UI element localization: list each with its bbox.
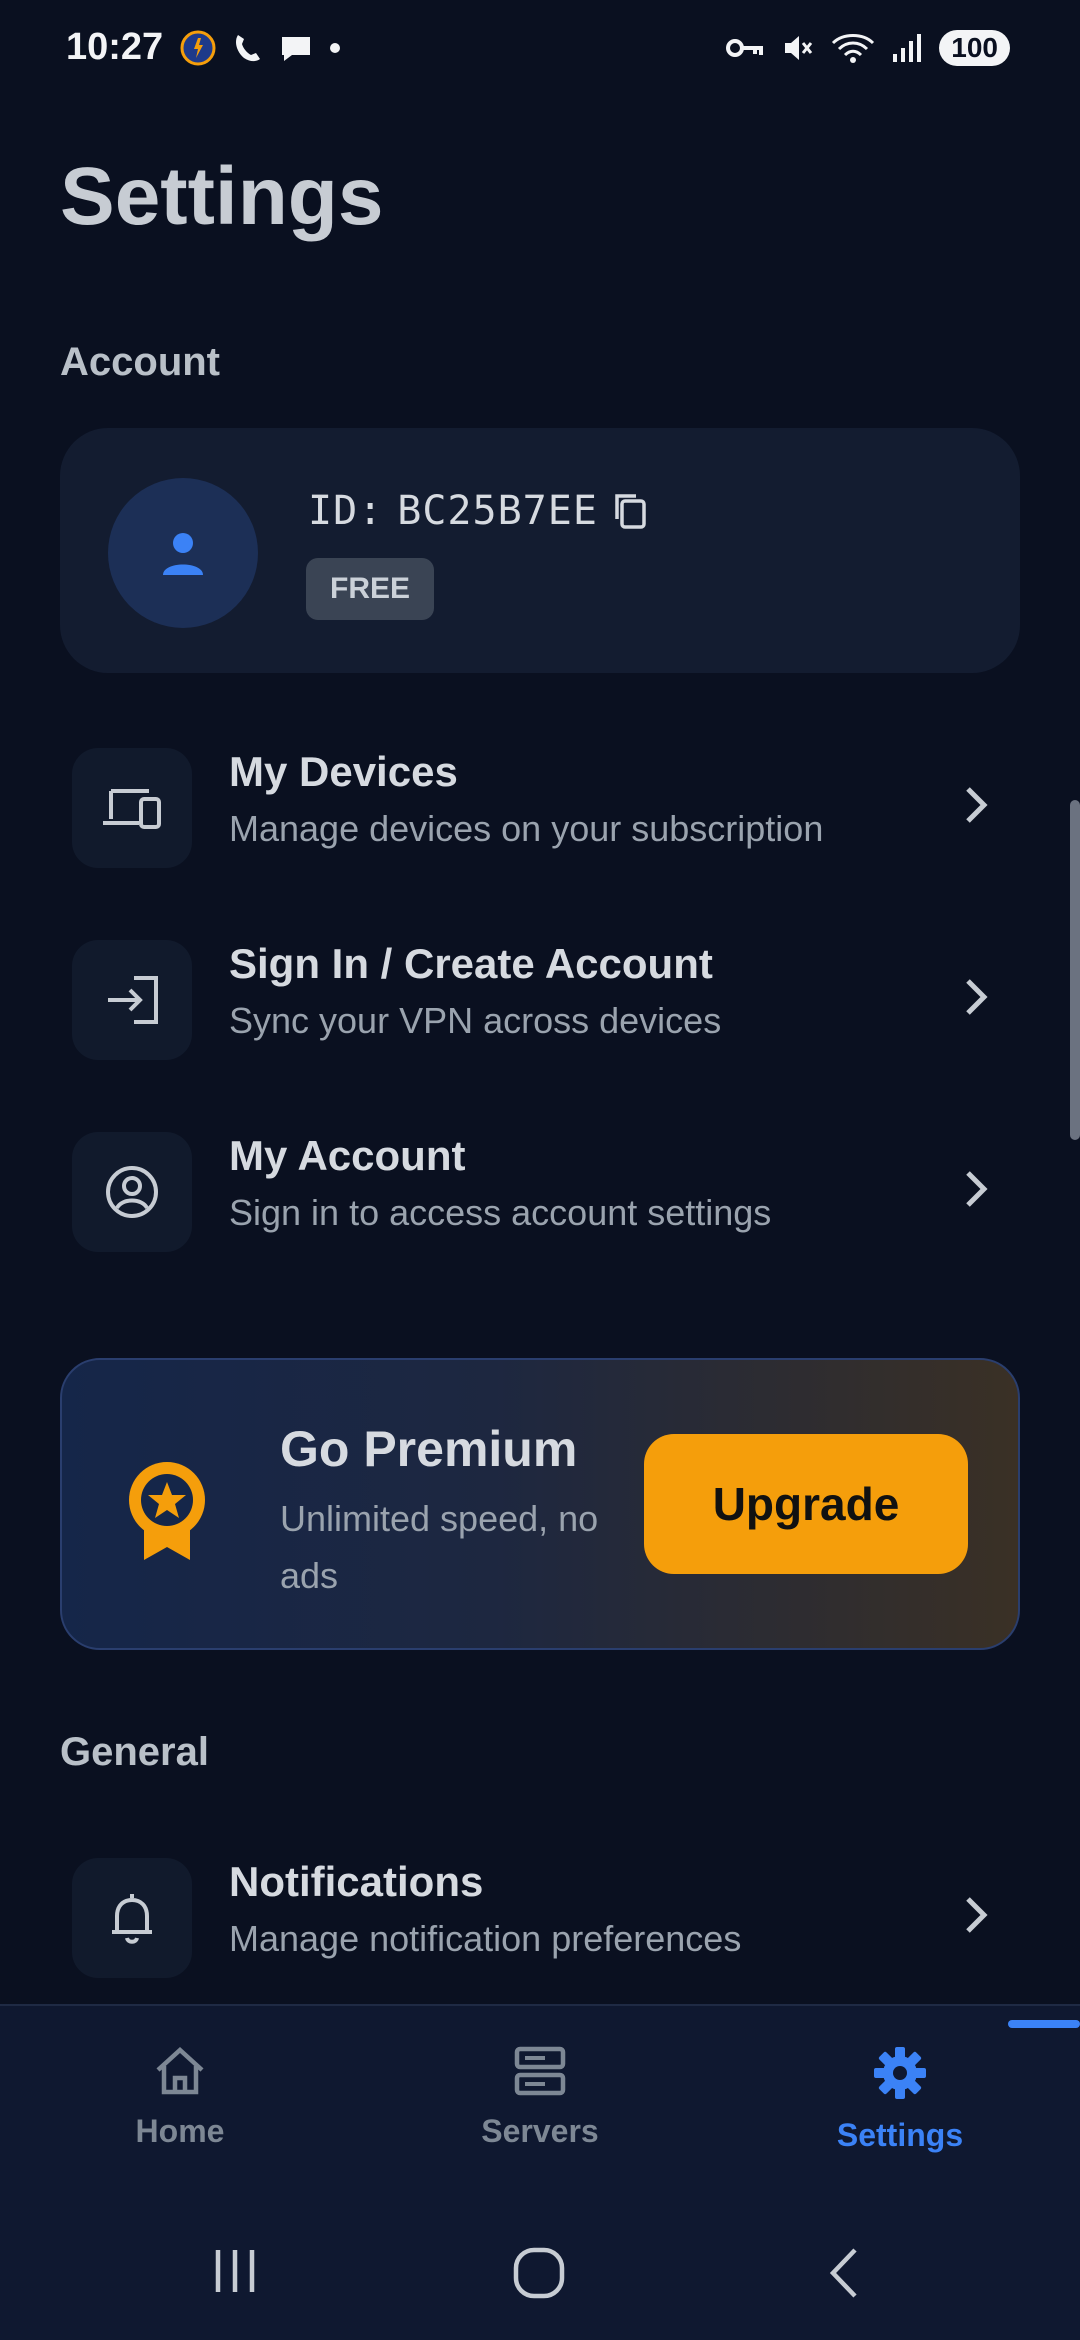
nav-item-settings[interactable]: Settings <box>790 2046 1010 2154</box>
system-status-icons: 100 <box>725 30 1010 66</box>
premium-card: Go Premium Unlimited speed, no ads Upgra… <box>60 1358 1020 1650</box>
menu-icon-box <box>72 1132 192 1252</box>
login-icon <box>108 976 158 1024</box>
dot-icon <box>330 43 340 53</box>
account-circle-icon <box>106 1166 158 1218</box>
account-id: ID: BC25B7EE <box>308 488 650 534</box>
account-card: ID: BC25B7EE FREE <box>60 428 1020 673</box>
bottom-nav: Home Servers Settings <box>0 2004 1080 2206</box>
servers-icon <box>514 2046 566 2096</box>
key-icon <box>726 39 764 57</box>
menu-item-subtitle: Manage notification preferences <box>229 1918 742 1959</box>
menu-item-subtitle: Sign in to access account settings <box>229 1192 772 1233</box>
menu-item-my-devices[interactable]: My Devices Manage devices on your subscr… <box>60 738 1020 878</box>
recent-apps-icon[interactable] <box>210 2246 260 2296</box>
menu-icon-box <box>72 1858 192 1978</box>
award-icon <box>129 1462 205 1560</box>
scrollbar[interactable] <box>1070 800 1080 1140</box>
chevron-right-icon <box>966 979 988 1015</box>
menu-icon-box <box>72 940 192 1060</box>
menu-item-title: Sign In / Create Account <box>229 940 713 987</box>
nav-item-servers[interactable]: Servers <box>430 2046 650 2150</box>
account-id-label: ID: <box>308 488 384 534</box>
upgrade-button[interactable]: Upgrade <box>644 1434 968 1574</box>
home-icon <box>156 2046 204 2095</box>
nav-item-home[interactable]: Home <box>70 2046 290 2150</box>
gear-icon <box>874 2047 926 2099</box>
call-icon <box>236 35 260 62</box>
menu-item-subtitle: Manage devices on your subscription <box>229 808 824 849</box>
menu-item-my-account[interactable]: My Account Sign in to access account set… <box>60 1122 1020 1262</box>
vpn-shield-icon <box>180 30 216 66</box>
menu-item-notifications[interactable]: Notifications Manage notification prefer… <box>60 1848 1020 1988</box>
chevron-right-icon <box>966 1897 988 1933</box>
notification-icons <box>180 30 342 66</box>
section-label-general: General <box>60 1730 209 1774</box>
menu-item-sign-in[interactable]: Sign In / Create Account Sync your VPN a… <box>60 930 1020 1070</box>
page-title: Settings <box>60 151 384 242</box>
chat-icon <box>282 37 310 61</box>
status-time: 10:27 <box>66 26 164 68</box>
menu-item-title: My Account <box>229 1132 466 1179</box>
chevron-right-icon <box>966 1171 988 1207</box>
devices-icon <box>103 789 161 829</box>
premium-subtitle: Unlimited speed, no ads <box>280 1498 599 1596</box>
chevron-right-icon <box>966 787 988 823</box>
menu-icon-box <box>72 748 192 868</box>
nav-active-indicator <box>1008 2020 1080 2028</box>
status-bar: 10:27 100 <box>0 0 1080 100</box>
bell-icon <box>112 1894 152 1944</box>
account-id-value: BC25B7EE <box>397 488 598 534</box>
signal-icon <box>893 34 922 62</box>
home-button-icon[interactable] <box>512 2246 566 2300</box>
menu-item-title: My Devices <box>229 748 458 795</box>
menu-item-subtitle: Sync your VPN across devices <box>229 1000 722 1041</box>
menu-item-title: Notifications <box>229 1858 484 1905</box>
person-icon <box>163 533 203 575</box>
system-nav-bar <box>0 2204 1080 2340</box>
premium-title: Go Premium <box>280 1421 578 1477</box>
section-label-account: Account <box>60 340 220 384</box>
back-icon[interactable] <box>825 2246 861 2300</box>
plan-badge: FREE <box>306 558 435 620</box>
nav-label: Settings <box>836 2117 964 2153</box>
nav-label: Home <box>135 2113 225 2149</box>
battery-indicator: 100 <box>939 30 1010 66</box>
mute-icon <box>785 36 813 60</box>
wifi-icon <box>832 34 875 63</box>
nav-label: Servers <box>481 2113 599 2149</box>
avatar <box>108 478 258 628</box>
copy-icon[interactable] <box>612 491 650 531</box>
